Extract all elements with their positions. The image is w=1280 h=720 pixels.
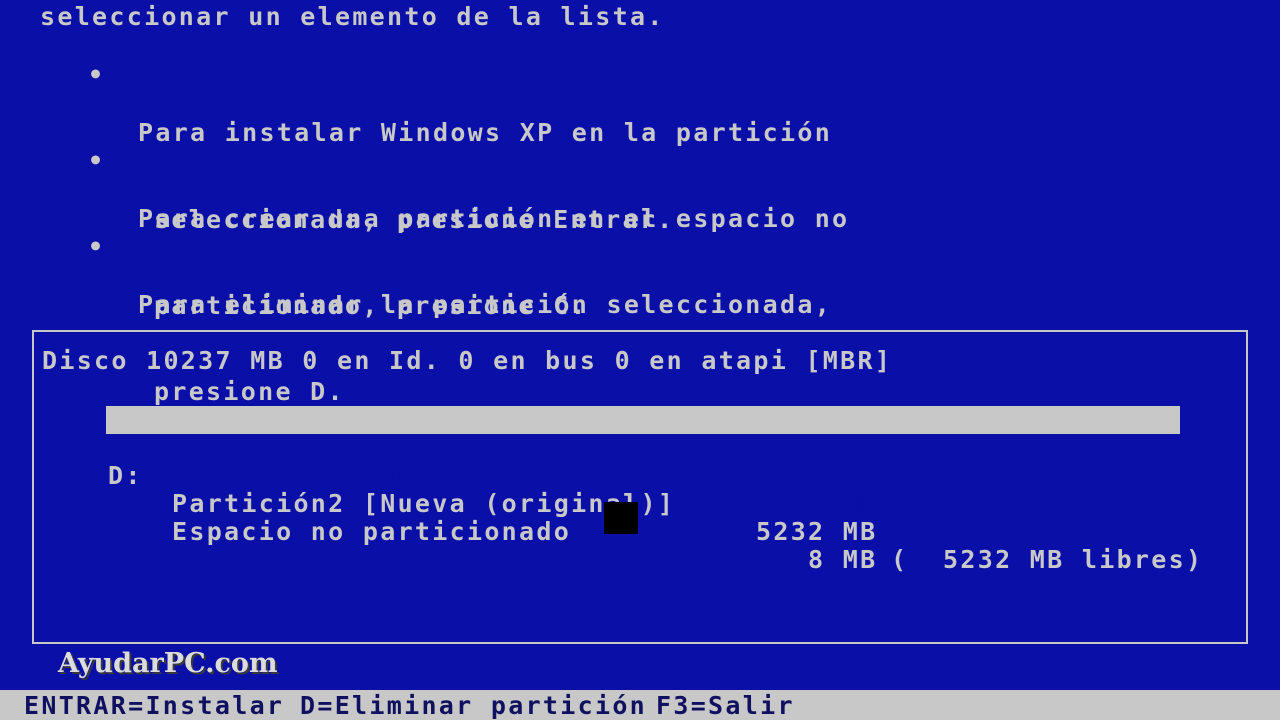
instruction-line: Para eliminar la partición seleccionada, xyxy=(138,290,833,319)
status-exit-hint: F3=Salir xyxy=(656,691,795,720)
partition-panel: Disco 10237 MB 0 en Id. 0 en bus 0 en at… xyxy=(32,330,1248,644)
text-cursor xyxy=(604,502,638,534)
bullet-icon: • xyxy=(88,232,106,261)
watermark-logo: AyudarPC.com xyxy=(58,648,278,679)
partition-size: 8 MB xyxy=(756,545,878,574)
partition-free: ( 4996 MB libres) xyxy=(891,517,1204,546)
partition-name: Partición2 [Nueva (original)] xyxy=(172,489,676,518)
partition-row-unpartitioned[interactable]: Espacio no particionado 8 MB xyxy=(106,462,1180,574)
instruction-delete: • Para eliminar la partición seleccionad… xyxy=(88,232,830,406)
instructions-intro: seleccionar un elemento de la lista. xyxy=(40,2,665,31)
partition-row-c[interactable]: C: Partición1 [Nueva (original)] 4997 MB… xyxy=(106,406,1201,546)
partition-size: 5232 MB xyxy=(756,517,878,546)
disk-title: Disco 10237 MB 0 en Id. 0 en bus 0 en at… xyxy=(42,346,893,375)
status-install-hint: ENTRAR=Instalar xyxy=(24,691,285,720)
instruction-create: • Para crear una partición en el espacio… xyxy=(88,146,847,320)
instruction-install: • Para instalar Windows XP en la partici… xyxy=(88,60,830,234)
status-bar: ENTRAR=Instalar D=Eliminar partición F3=… xyxy=(0,690,1280,720)
partition-size: 4997 MB xyxy=(756,489,878,518)
instruction-line: Para crear una partición en el espacio n… xyxy=(138,204,850,233)
partition-row-d[interactable]: D: Partición2 [Nueva (original)] 5232 MB… xyxy=(106,434,1201,574)
bullet-icon: • xyxy=(88,60,106,89)
bullet-icon: • xyxy=(88,146,106,175)
instruction-line: Para instalar Windows XP en la partición xyxy=(138,118,833,147)
partition-name: Espacio no particionado xyxy=(172,517,572,546)
partition-free: ( 5232 MB libres) xyxy=(891,545,1204,574)
status-delete-hint: D=Eliminar partición xyxy=(300,691,648,720)
